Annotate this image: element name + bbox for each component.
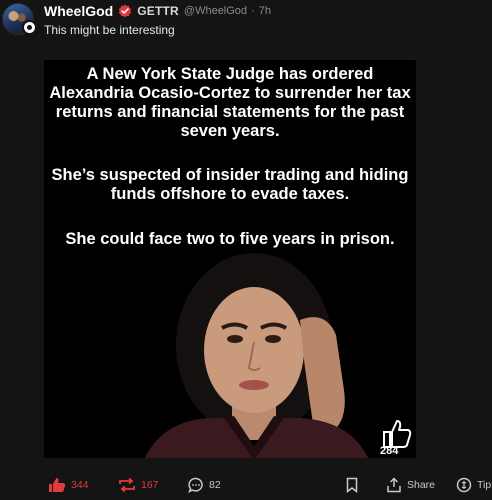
- like-count: 344: [71, 479, 89, 491]
- repost-count: 167: [141, 479, 159, 491]
- share-icon: [387, 477, 401, 493]
- comment-icon: [188, 477, 203, 493]
- avatar-status-icon: [22, 20, 37, 35]
- post-text: This might be interesting: [44, 23, 175, 37]
- image-caption-paragraph-2: She’s suspected of insider trading and h…: [51, 166, 409, 203]
- user-handle[interactable]: @WheelGod: [184, 5, 247, 17]
- tip-button[interactable]: Tip: [456, 474, 491, 496]
- bookmark-button[interactable]: [346, 474, 358, 496]
- tip-label: Tip: [477, 479, 492, 491]
- post-header: WheelGod GETTR @WheelGod · 7h: [44, 2, 271, 20]
- comment-button[interactable]: 82: [188, 474, 221, 496]
- image-caption-paragraph-1: A New York State Judge has ordered Alexa…: [49, 65, 411, 140]
- share-button[interactable]: Share: [386, 474, 435, 496]
- verified-badge-icon: [119, 4, 132, 18]
- platform-brand: GETTR: [137, 4, 179, 18]
- image-caption-paragraph-3: She could face two to five years in pris…: [65, 230, 395, 248]
- image-like-count: 284: [380, 445, 399, 457]
- repost-button[interactable]: 167: [118, 474, 159, 496]
- like-button[interactable]: 344: [48, 474, 89, 496]
- action-bar: 344 167 82 Share Tip: [0, 474, 492, 500]
- comment-count: 82: [209, 479, 221, 491]
- username[interactable]: WheelGod: [44, 3, 113, 19]
- post-card: WheelGod GETTR @WheelGod · 7h This might…: [0, 0, 492, 500]
- tip-icon: [456, 477, 472, 493]
- post-timestamp[interactable]: 7h: [259, 5, 271, 17]
- like-icon: [49, 478, 66, 492]
- separator-dot: ·: [251, 5, 255, 17]
- portrait-photo: [145, 253, 368, 458]
- bookmark-icon: [346, 477, 358, 493]
- share-label: Share: [407, 479, 436, 491]
- post-image[interactable]: A New York State Judge has ordered Alexa…: [44, 60, 416, 458]
- repost-icon: [119, 478, 135, 492]
